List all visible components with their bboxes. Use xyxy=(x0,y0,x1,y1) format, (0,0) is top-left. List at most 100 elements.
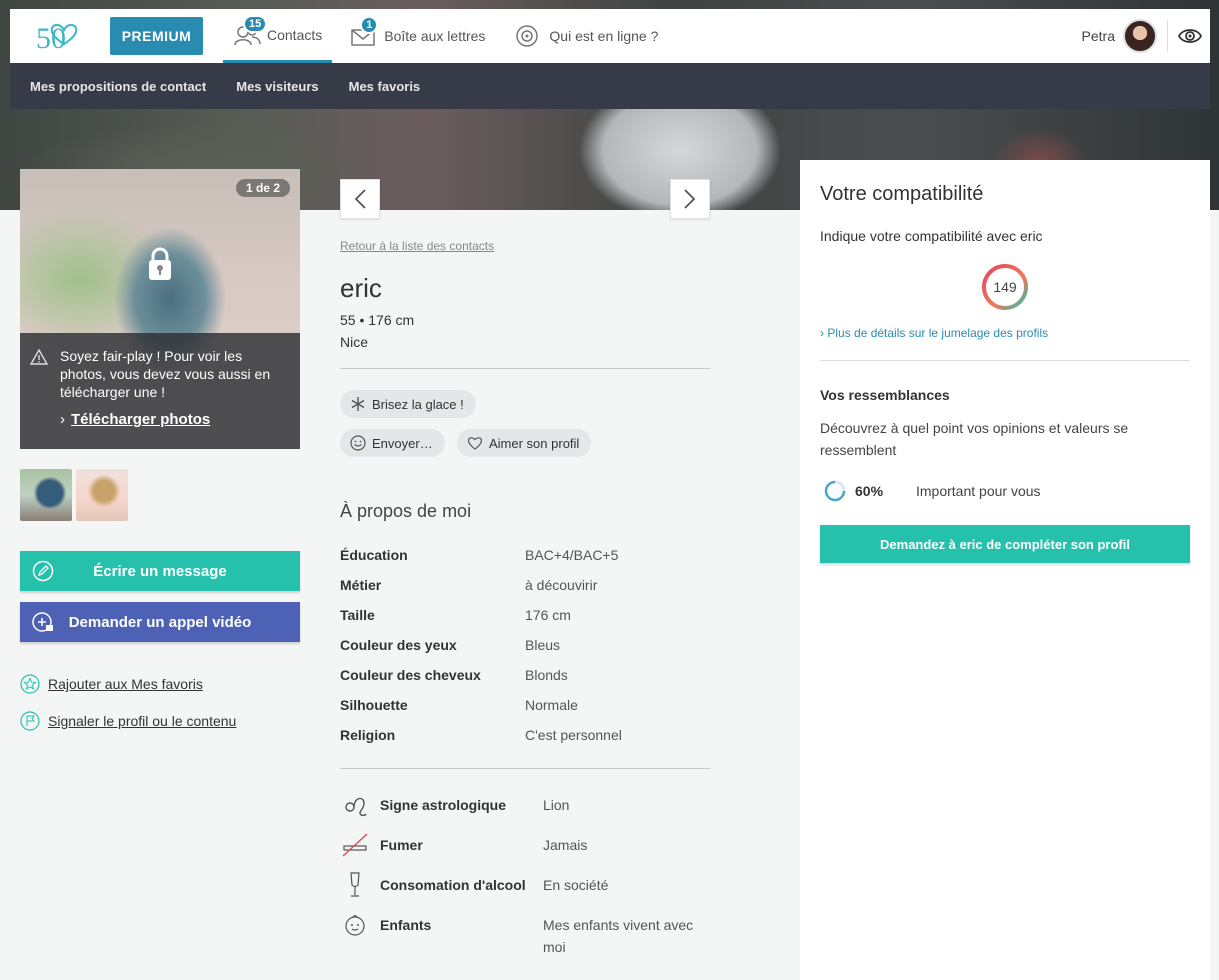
photo-notice-text: Soyez fair-play ! Pour voir les photos, … xyxy=(60,348,271,400)
contacts-icon: 15 xyxy=(233,14,268,47)
champagne-icon xyxy=(350,872,360,897)
lifestyle-label: Fumer xyxy=(380,837,423,853)
video-call-button[interactable]: Demander un appel vidéo xyxy=(20,602,300,642)
detail-label: Couleur des cheveux xyxy=(340,667,481,683)
tab-online[interactable]: Qui est en ligne ? xyxy=(515,9,658,63)
lifestyle-label: Signe astrologique xyxy=(380,797,507,813)
upload-photos-link[interactable]: Télécharger photos xyxy=(60,411,284,429)
sub-navigation: Mes propositions de contact Mes visiteur… xyxy=(10,63,1210,109)
matching-details-link[interactable]: › Plus de détails sur le jumelage des pr… xyxy=(820,326,1048,340)
compatibility-score: 149 xyxy=(993,279,1017,295)
progress-ring-icon xyxy=(824,480,846,502)
report-profile-link[interactable]: Signaler le profil ou le contenu xyxy=(20,711,236,731)
subnav-proposals[interactable]: Mes propositions de contact xyxy=(30,79,206,94)
radar-icon xyxy=(515,24,543,48)
site-logo[interactable]: 50 xyxy=(34,16,94,56)
lifestyle-label: Enfants xyxy=(380,917,432,933)
detail-label: Éducation xyxy=(340,547,408,563)
photo-notice: Soyez fair-play ! Pour voir les photos, … xyxy=(20,333,300,449)
write-message-label: Écrire un message xyxy=(93,562,227,580)
tab-contacts-label: Contacts xyxy=(267,26,323,43)
divider xyxy=(1167,20,1168,52)
lifestyle-value: En société xyxy=(543,877,609,893)
tab-mailbox[interactable]: 1 Boîte aux lettres xyxy=(350,9,485,63)
user-menu[interactable]: Petra xyxy=(1082,9,1210,63)
next-profile-button[interactable] xyxy=(670,179,710,219)
envelope-icon: 1 xyxy=(350,16,379,48)
importance-percentage: 60% xyxy=(855,483,884,499)
photo-thumbnail[interactable] xyxy=(20,469,72,521)
compatibility-title: Votre compatibilité xyxy=(820,183,984,205)
user-name: Petra xyxy=(1081,28,1115,44)
profile-name: eric xyxy=(340,273,382,303)
detail-value: Blonds xyxy=(525,667,568,683)
warning-icon xyxy=(30,349,48,365)
contacts-badge: 15 xyxy=(243,14,268,33)
photo-thumbnail[interactable] xyxy=(76,469,128,521)
detail-label: Taille xyxy=(340,607,375,623)
detail-label: Silhouette xyxy=(340,697,408,713)
video-plus-icon xyxy=(32,612,53,632)
subnav-visitors[interactable]: Mes visiteurs xyxy=(236,79,318,94)
ask-complete-profile-button[interactable]: Demandez à eric de compléter son profil xyxy=(820,525,1190,563)
detail-label: Métier xyxy=(340,577,382,593)
lifestyle-value: Jamais xyxy=(543,837,588,853)
add-favorite-link[interactable]: Rajouter aux Mes favoris xyxy=(20,674,203,694)
avatar[interactable] xyxy=(1123,19,1157,53)
tab-contacts[interactable]: 15 Contacts xyxy=(223,9,333,63)
like-profile-label: Aimer son profil xyxy=(489,435,580,451)
divider xyxy=(340,368,710,369)
detail-value: Normale xyxy=(525,697,578,713)
tab-online-label: Qui est en ligne ? xyxy=(549,28,659,44)
lifestyle-value: Mes enfants vivent avec moi xyxy=(543,917,694,955)
photo-counter: 1 de 2 xyxy=(235,179,290,197)
star-icon xyxy=(20,674,40,694)
compatibility-subtitle: Indique votre compatibilité avec eric xyxy=(820,228,1043,244)
detail-value: BAC+4/BAC+5 xyxy=(525,547,619,563)
divider xyxy=(340,768,710,769)
detail-label: Religion xyxy=(340,727,396,743)
subnav-favorites[interactable]: Mes favoris xyxy=(349,79,421,94)
detail-value: C'est personnel xyxy=(525,727,622,743)
premium-button[interactable]: PREMIUM xyxy=(110,17,203,55)
send-label: Envoyer… xyxy=(372,435,433,451)
previous-profile-button[interactable] xyxy=(340,179,380,219)
lifestyle-value: Lion xyxy=(543,797,570,813)
detail-value: à découvirir xyxy=(525,577,598,593)
tab-mailbox-label: Boîte aux lettres xyxy=(384,28,486,44)
detail-value: Bleus xyxy=(525,637,561,653)
profile-city: Nice xyxy=(340,334,369,350)
video-call-label: Demander un appel vidéo xyxy=(68,613,252,631)
leo-icon xyxy=(345,797,367,817)
like-profile-chip[interactable]: Aimer son profil xyxy=(457,429,592,457)
chevron-left-icon xyxy=(354,189,366,209)
eye-icon[interactable] xyxy=(1178,24,1202,48)
back-to-contacts-link[interactable]: Retour à la liste des contacts xyxy=(340,239,494,253)
flag-icon xyxy=(20,711,40,731)
logo-mark-icon: 50 xyxy=(36,22,78,55)
chat-pen-icon xyxy=(32,560,54,582)
resemblances-title: Vos ressemblances xyxy=(820,387,950,403)
about-title: À propos de moi xyxy=(340,501,472,521)
snowflake-icon xyxy=(351,397,365,411)
write-message-button[interactable]: Écrire un message xyxy=(20,551,300,591)
profile-age-height: 55 • 176 cm xyxy=(340,312,415,328)
detail-value: 176 cm xyxy=(525,607,571,623)
lock-icon xyxy=(149,247,171,280)
top-navigation: 50 PREMIUM 15 Contacts 1 Boîte aux lettr… xyxy=(10,9,1210,63)
icebreaker-chip[interactable]: Brisez la glace ! xyxy=(340,390,476,418)
no-smoking-icon xyxy=(342,833,368,857)
importance-label: Important pour vous xyxy=(916,483,1041,499)
smiley-icon xyxy=(350,435,366,451)
report-profile-label: Signaler le profil ou le contenu xyxy=(48,713,237,729)
detail-label: Couleur des yeux xyxy=(340,637,457,653)
matching-details-label: Plus de détails sur le jumelage des prof… xyxy=(827,326,1049,340)
profile-photo[interactable]: 1 de 2 Soyez fair-play ! Pour voir les p… xyxy=(20,169,300,449)
child-icon xyxy=(345,914,365,936)
lifestyle-label: Consomation d'alcool xyxy=(380,877,526,893)
resemblances-description: Découvrez à quel point vos opinions et v… xyxy=(820,420,1129,458)
divider xyxy=(820,360,1190,361)
heart-icon xyxy=(467,437,483,450)
send-chip[interactable]: Envoyer… xyxy=(340,429,445,457)
chevron-right-icon xyxy=(684,189,696,209)
